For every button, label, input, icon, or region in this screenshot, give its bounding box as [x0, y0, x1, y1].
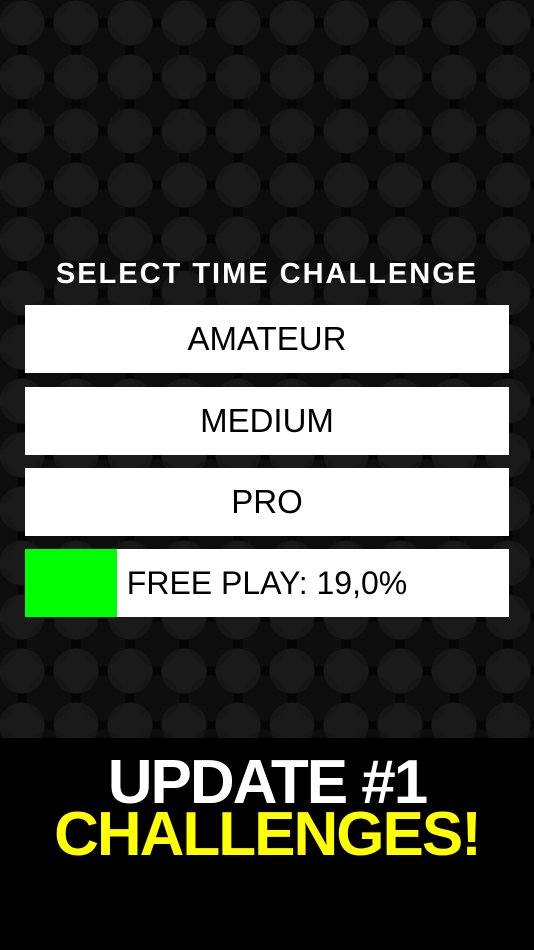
menu-heading: SELECT TIME CHALLENGE	[55, 258, 479, 290]
pro-button[interactable]: PRO	[25, 468, 509, 536]
pro-button-label: PRO	[231, 483, 303, 520]
medium-button-label: MEDIUM	[200, 402, 334, 439]
free-play-button[interactable]: FREE PLAY: 19,0%	[25, 549, 509, 617]
amateur-button-label: AMATEUR	[187, 320, 347, 357]
free-play-progress-fill	[25, 549, 117, 617]
free-play-label: FREE PLAY: 19,0%	[126, 564, 408, 601]
medium-button[interactable]: MEDIUM	[25, 387, 509, 455]
free-play-label-wrap: FREE PLAY: 19,0%	[127, 565, 407, 602]
amateur-button[interactable]: AMATEUR	[25, 305, 509, 373]
banner-challenges-title: CHALLENGES!	[54, 800, 482, 869]
